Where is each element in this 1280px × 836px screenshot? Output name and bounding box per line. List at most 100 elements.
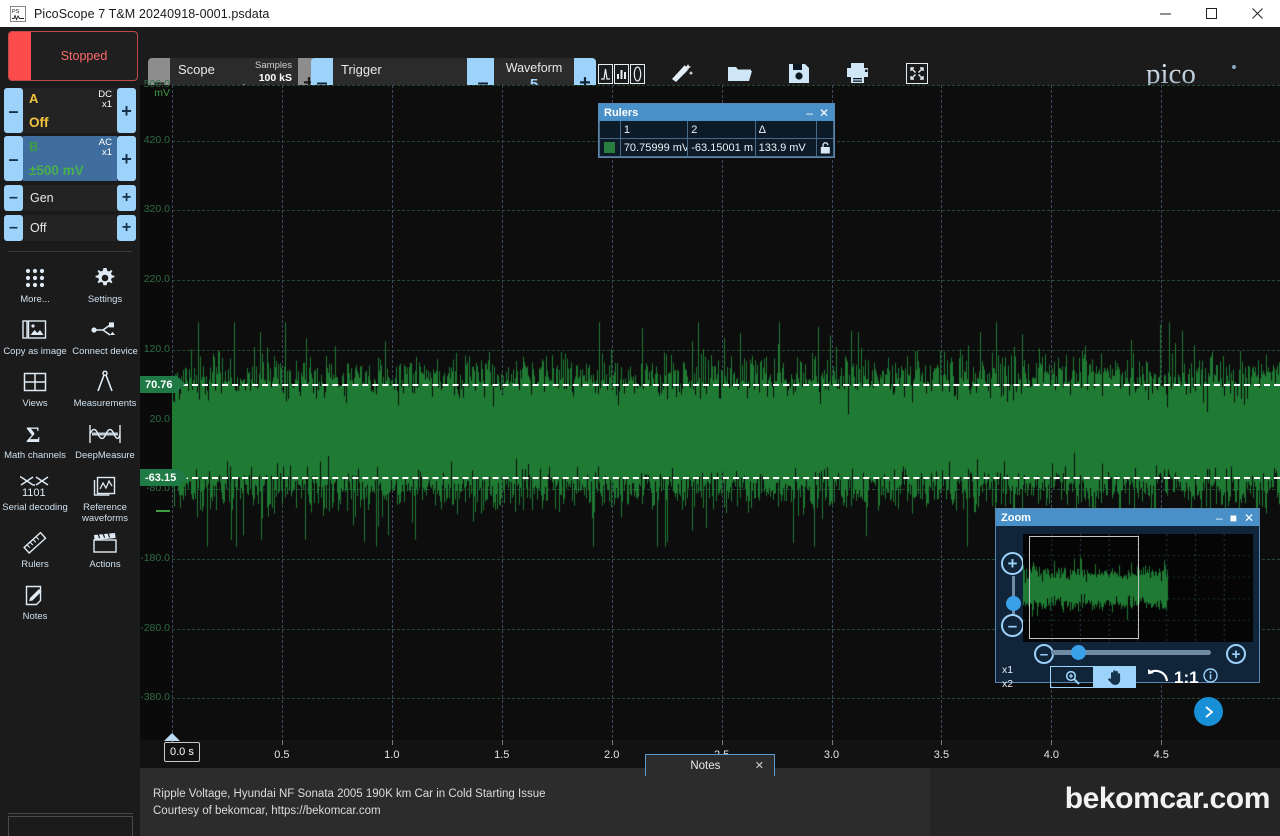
channel-b-body[interactable]: B ±500 mV AC x1 — [23, 136, 117, 181]
notes-tab-close-icon[interactable]: ✕ — [755, 759, 774, 772]
rulers-minimize-icon[interactable]: – — [806, 107, 813, 119]
ruler-1-value-tag[interactable]: 70.76 — [140, 376, 184, 394]
sidebar-item-connect-device-label: Connect device — [72, 346, 138, 357]
close-icon[interactable] — [1234, 0, 1280, 27]
zoom-in-button[interactable]: + — [1001, 552, 1024, 575]
sidebar-item-connect-device[interactable]: Connect device — [70, 312, 140, 364]
x-tick-label: 4.5 — [1153, 749, 1169, 761]
undo-arrow-icon[interactable] — [1146, 666, 1170, 689]
channel-b-decrease-button[interactable]: – — [4, 136, 23, 181]
run-stop-button[interactable]: Stopped — [8, 31, 138, 81]
generator-decrease-button[interactable]: – — [4, 185, 23, 211]
zoom-dialog-title: Zoom — [1001, 511, 1031, 524]
ruler-line-2[interactable] — [172, 477, 1280, 480]
sidebar-item-copy-as-image[interactable]: Copy as image — [0, 312, 70, 364]
channel-a-state: Off — [29, 115, 49, 130]
sidebar-item-views-label: Views — [22, 398, 48, 409]
generator-state-increase-button[interactable]: + — [117, 215, 136, 241]
notes-content[interactable]: Ripple Voltage, Hyundai NF Sonata 2005 1… — [153, 786, 546, 819]
zoom-tool-toggle — [1050, 666, 1136, 688]
trigger-position-arrow[interactable] — [164, 733, 180, 741]
samples-label: Samples — [255, 60, 292, 71]
info-icon[interactable] — [1202, 667, 1218, 688]
zoom-reset-group[interactable]: 1:1 — [1146, 666, 1218, 689]
sidebar-item-math-channels[interactable]: Σ Math channels — [0, 416, 70, 468]
x-tick-label: 3.0 — [823, 749, 840, 761]
ruler-icon — [22, 529, 48, 557]
sidebar-item-more[interactable]: More... — [0, 260, 70, 312]
run-status-label: Stopped — [60, 49, 108, 63]
ruler-2-value-tag[interactable]: -63.15 — [140, 469, 189, 487]
generator-increase-button[interactable]: + — [117, 185, 136, 211]
zoom-selection-rectangle[interactable] — [1029, 536, 1139, 639]
bekomcar-watermark: bekomcar.com — [1064, 782, 1271, 815]
trigger-position-marker[interactable]: 0.0 s — [164, 742, 200, 762]
sidebar-item-reference-waveforms[interactable]: Reference waveforms — [70, 468, 140, 525]
svg-text:PS: PS — [12, 9, 20, 15]
sidebar-item-views[interactable]: Views — [0, 364, 70, 416]
y-tick-label: 220.0 — [143, 273, 170, 286]
rulers-value-2: -63.15001 m — [688, 139, 756, 157]
generator-state-row[interactable]: – Off + — [4, 215, 136, 241]
channel-row-a[interactable]: – A Off DC x1 + — [4, 88, 136, 133]
views-grid-icon — [23, 368, 47, 396]
magnifier-icon[interactable] — [1051, 667, 1093, 687]
y-axis[interactable]: mV 500.0 420.0 320.0 220.0 120.0 20.0 -80.0 -18… — [140, 78, 172, 773]
zoom-dialog[interactable]: Zoom – ■ ✕ + – – + x1 x2 1:1 — [995, 508, 1260, 690]
x-tick-mark — [1051, 740, 1053, 745]
maximize-icon[interactable] — [1188, 0, 1234, 27]
channel-b-increase-button[interactable]: + — [117, 136, 136, 181]
sidebar-item-deepmeasure[interactable]: DeepMeasure — [70, 416, 140, 468]
rulers-dialog[interactable]: Rulers – ✕ 1 2 Δ 70.75999 mV -63.15001 m… — [598, 103, 835, 158]
channel-a-increase-button[interactable]: + — [117, 88, 136, 133]
zoom-dialog-titlebar[interactable]: Zoom – ■ ✕ — [996, 509, 1259, 526]
sidebar-item-rulers[interactable]: Rulers — [0, 525, 70, 577]
deepmeasure-wave-icon — [88, 420, 122, 448]
zoom-horizontal-slider-knob[interactable] — [1071, 645, 1086, 660]
channel-a-decrease-button[interactable]: – — [4, 88, 23, 133]
channel-b-state: ±500 mV — [29, 163, 84, 178]
unlocked-icon[interactable] — [817, 139, 834, 157]
ruler-line-1[interactable] — [172, 384, 1280, 387]
printer-icon — [846, 56, 870, 84]
rulers-header-lock — [817, 121, 834, 139]
rulers-dialog-titlebar[interactable]: Rulers – ✕ — [599, 104, 834, 121]
rulers-close-icon[interactable]: ✕ — [819, 107, 829, 119]
generator-body[interactable]: Gen — [23, 185, 117, 211]
top-toolbar: Stopped – Scope 1 s/div Samples 100 kS S… — [0, 27, 1280, 108]
channel-color-swatch — [604, 142, 616, 153]
generator-label: Gen — [30, 191, 54, 205]
generator-state-decrease-button[interactable]: – — [4, 215, 23, 241]
copy-image-icon — [22, 316, 48, 344]
channel-a-body[interactable]: A Off DC x1 — [23, 88, 117, 133]
zoom-close-icon[interactable]: ✕ — [1244, 512, 1254, 524]
zoom-restore-icon[interactable]: ■ — [1230, 512, 1237, 524]
generator-row[interactable]: – Gen + — [4, 185, 136, 211]
sidebar-item-copy-as-image-label: Copy as image — [3, 346, 67, 357]
minimize-icon[interactable] — [1142, 0, 1188, 27]
sidebar-item-measurements[interactable]: Measurements — [70, 364, 140, 416]
sidebar-item-rulers-label: Rulers — [21, 558, 49, 570]
sidebar-bottom-panel[interactable] — [8, 816, 133, 836]
sidebar-item-actions[interactable]: Actions — [70, 525, 140, 577]
usb-icon — [91, 316, 119, 344]
rulers-data-row[interactable]: 70.75999 mV -63.15001 m 133.9 mV — [599, 139, 834, 157]
generator-state-body[interactable]: Off — [23, 215, 117, 241]
notes-tab-label: Notes — [690, 759, 721, 772]
zoom-vertical-slider-knob[interactable] — [1006, 596, 1021, 611]
zoom-minimize-icon[interactable]: – — [1216, 512, 1223, 524]
sidebar-item-notes[interactable]: Notes — [0, 577, 70, 629]
channel-row-b[interactable]: – B ±500 mV AC x1 + — [4, 136, 136, 181]
hand-pan-icon[interactable] — [1093, 667, 1135, 687]
notes-tab-inner[interactable]: Notes ✕ — [645, 754, 775, 776]
next-page-button[interactable] — [1194, 697, 1223, 726]
y-tick-label: 500.0 — [143, 78, 170, 90]
sidebar-item-settings[interactable]: Settings — [70, 260, 140, 312]
zoom-horizontal-increase-button[interactable]: + — [1226, 644, 1246, 664]
rulers-dialog-buttons: – ✕ — [806, 107, 834, 119]
notes-tab[interactable]: Notes ✕ — [645, 754, 775, 776]
sidebar-item-serial-decoding[interactable]: 1101 Serial decoding — [0, 468, 70, 525]
x-tick-mark — [501, 740, 503, 745]
rulers-value-1: 70.75999 mV — [620, 139, 689, 157]
zoom-out-button[interactable]: – — [1001, 614, 1024, 637]
